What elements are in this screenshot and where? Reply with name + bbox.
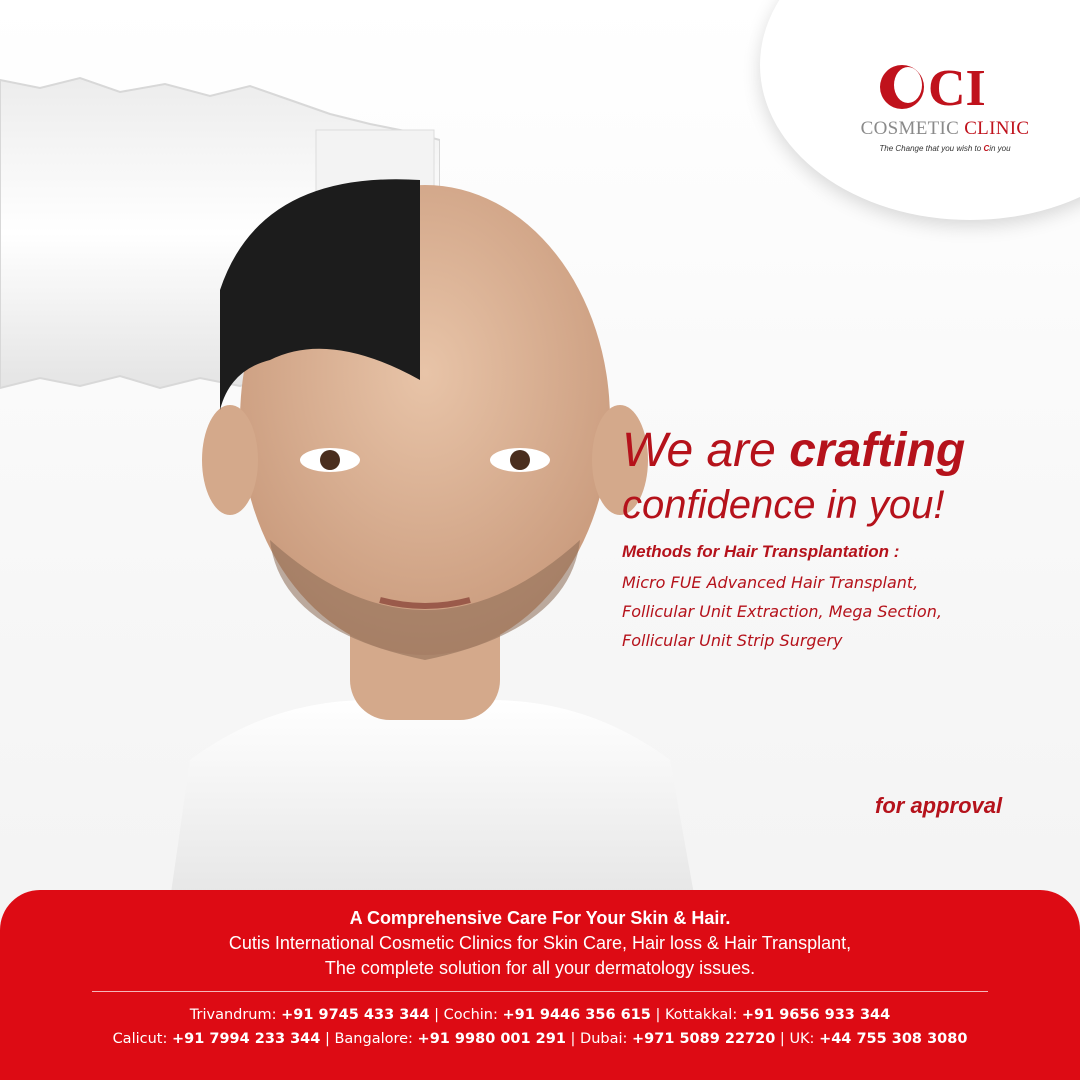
contact-phone[interactable]: +91 9446 356 615 <box>502 1007 650 1023</box>
headline-line2: confidence in you! <box>622 483 945 527</box>
contact-city: UK: <box>789 1031 815 1047</box>
headline: We are crafting confidence in you! <box>622 422 1062 530</box>
contacts-row-2: Calicut: +91 7994 233 344 | Bangalore: +… <box>112 1031 968 1047</box>
contact-phone[interactable]: +91 9980 001 291 <box>418 1031 566 1047</box>
ad-canvas: CI COSMETIC CLINIC The Change that you w… <box>0 0 1080 1080</box>
methods-title: Methods for Hair Transplantation : <box>622 542 900 561</box>
contact-city: Kottakkal: <box>664 1007 738 1023</box>
footer-bar: A Comprehensive Care For Your Skin & Hai… <box>0 890 1080 1080</box>
man-portrait-image <box>170 179 695 900</box>
contact-city: Bangalore: <box>334 1031 413 1047</box>
footer-title: A Comprehensive Care For Your Skin & Hai… <box>349 908 731 928</box>
approval-note: for approval <box>875 793 1003 818</box>
tagline-text: The Change that you wish to <box>879 144 984 153</box>
contact-phone[interactable]: +91 9745 433 344 <box>281 1007 429 1023</box>
contact-city: Dubai: <box>580 1031 628 1047</box>
contact-city: Cochin: <box>443 1007 498 1023</box>
logo-name: COSMETIC CLINIC <box>845 118 1045 140</box>
contact-phone[interactable]: +91 7994 233 344 <box>172 1031 320 1047</box>
headline-bold: crafting <box>789 424 966 477</box>
footer-divider <box>92 991 988 992</box>
method-line-2: Follicular Unit Extraction, Mega Section… <box>622 602 942 621</box>
contact-city: Calicut: <box>112 1031 168 1047</box>
headline-prefix: We are <box>622 424 790 477</box>
footer-line-1: Cutis International Cosmetic Clinics for… <box>228 933 852 953</box>
contact-city: Trivandrum: <box>189 1007 277 1023</box>
logo-mark-text: CI <box>928 60 986 115</box>
footer-line-2: The complete solution for all your derma… <box>324 958 756 978</box>
contact-phone[interactable]: +91 9656 933 344 <box>742 1007 890 1023</box>
methods-list: Micro FUE Advanced Hair Transplant, Foll… <box>622 568 1062 655</box>
contacts-row-1: Trivandrum: +91 9745 433 344 | Cochin: +… <box>189 1007 891 1023</box>
contact-phone[interactable]: +971 5089 22720 <box>632 1031 775 1047</box>
contact-phone[interactable]: +44 755 308 3080 <box>819 1031 967 1047</box>
tagline-end: in you <box>989 144 1011 153</box>
method-line-3: Follicular Unit Strip Surgery <box>622 631 843 650</box>
logo-name-part1: COSMETIC <box>860 118 960 139</box>
logo-name-part2: CLINIC <box>964 118 1030 139</box>
method-line-1: Micro FUE Advanced Hair Transplant, <box>622 573 919 592</box>
logo-tagline: The Change that you wish to Cin you <box>845 144 1045 153</box>
ci-logo-icon: CI <box>880 60 986 115</box>
headline-line1: We are crafting <box>622 422 1062 480</box>
